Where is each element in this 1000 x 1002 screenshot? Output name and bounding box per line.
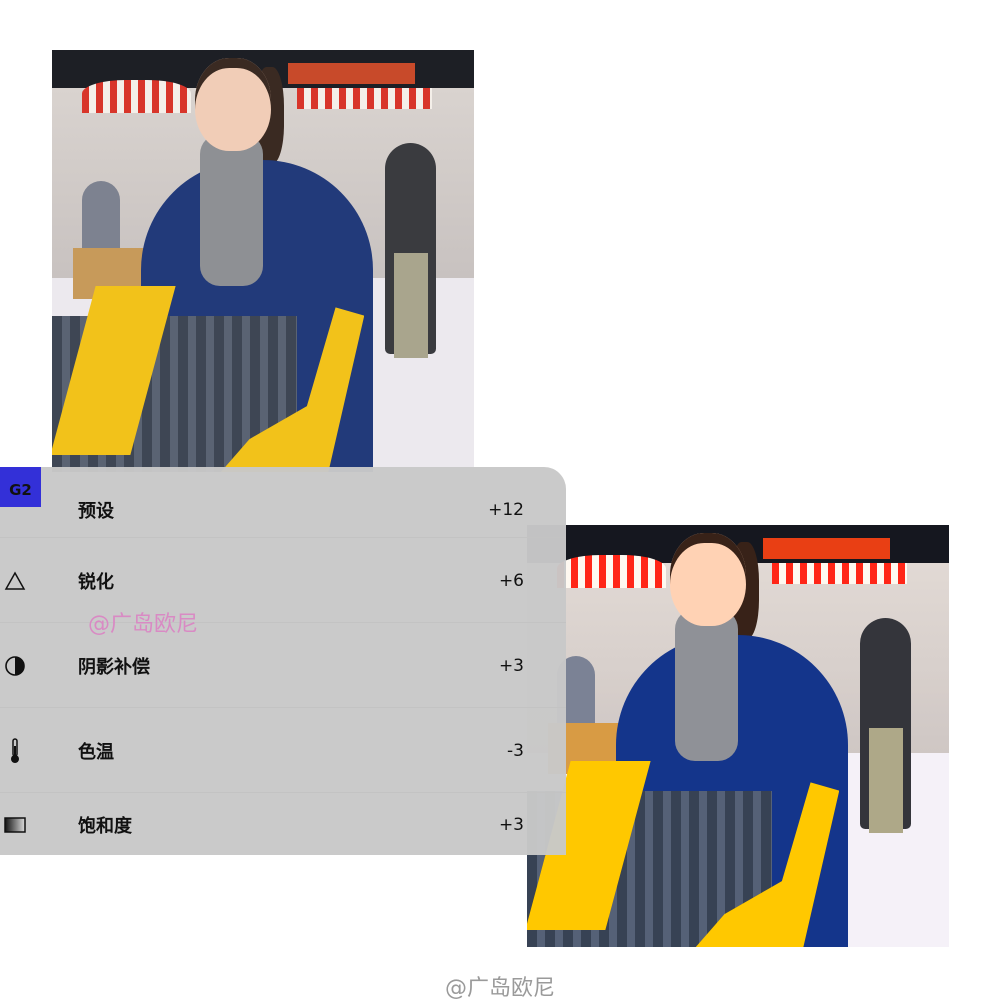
thermometer-icon bbox=[4, 737, 26, 763]
preset-badge[interactable]: G2 bbox=[0, 467, 41, 507]
triangle-icon bbox=[4, 570, 26, 592]
adjustment-label: 色温 bbox=[78, 741, 114, 763]
adjustment-value: +12 bbox=[488, 499, 524, 520]
watermark-middle: @广岛欧尼 bbox=[88, 612, 199, 637]
adjustment-label: 锐化 bbox=[78, 571, 114, 593]
adjustment-value: +3 bbox=[498, 655, 524, 676]
adjustment-label: 阴影补偿 bbox=[78, 656, 150, 678]
adjustment-value: -3 bbox=[507, 740, 524, 761]
adjustment-row-temperature[interactable]: 色温 -3 bbox=[0, 707, 566, 793]
shadow-circle-icon bbox=[4, 655, 26, 677]
adjustments-panel: G2 预设 +12 锐化 +6 阴影补偿 +3 色温 -3 饱和度 +3 bbox=[0, 467, 566, 855]
photo-after bbox=[527, 525, 949, 947]
photo-before bbox=[52, 50, 474, 472]
adjustment-label: 预设 bbox=[78, 500, 114, 522]
adjustment-row-shadows[interactable]: 阴影补偿 +3 bbox=[0, 622, 566, 708]
adjustment-label: 饱和度 bbox=[78, 815, 132, 837]
adjustment-row-saturation[interactable]: 饱和度 +3 bbox=[0, 792, 566, 856]
watermark-bottom: @广岛欧尼 bbox=[444, 976, 555, 1001]
gradient-square-icon bbox=[4, 814, 26, 836]
adjustment-value: +3 bbox=[498, 814, 524, 835]
adjustment-value: +6 bbox=[498, 570, 524, 591]
adjustment-row-sharpen[interactable]: 锐化 +6 bbox=[0, 537, 566, 623]
